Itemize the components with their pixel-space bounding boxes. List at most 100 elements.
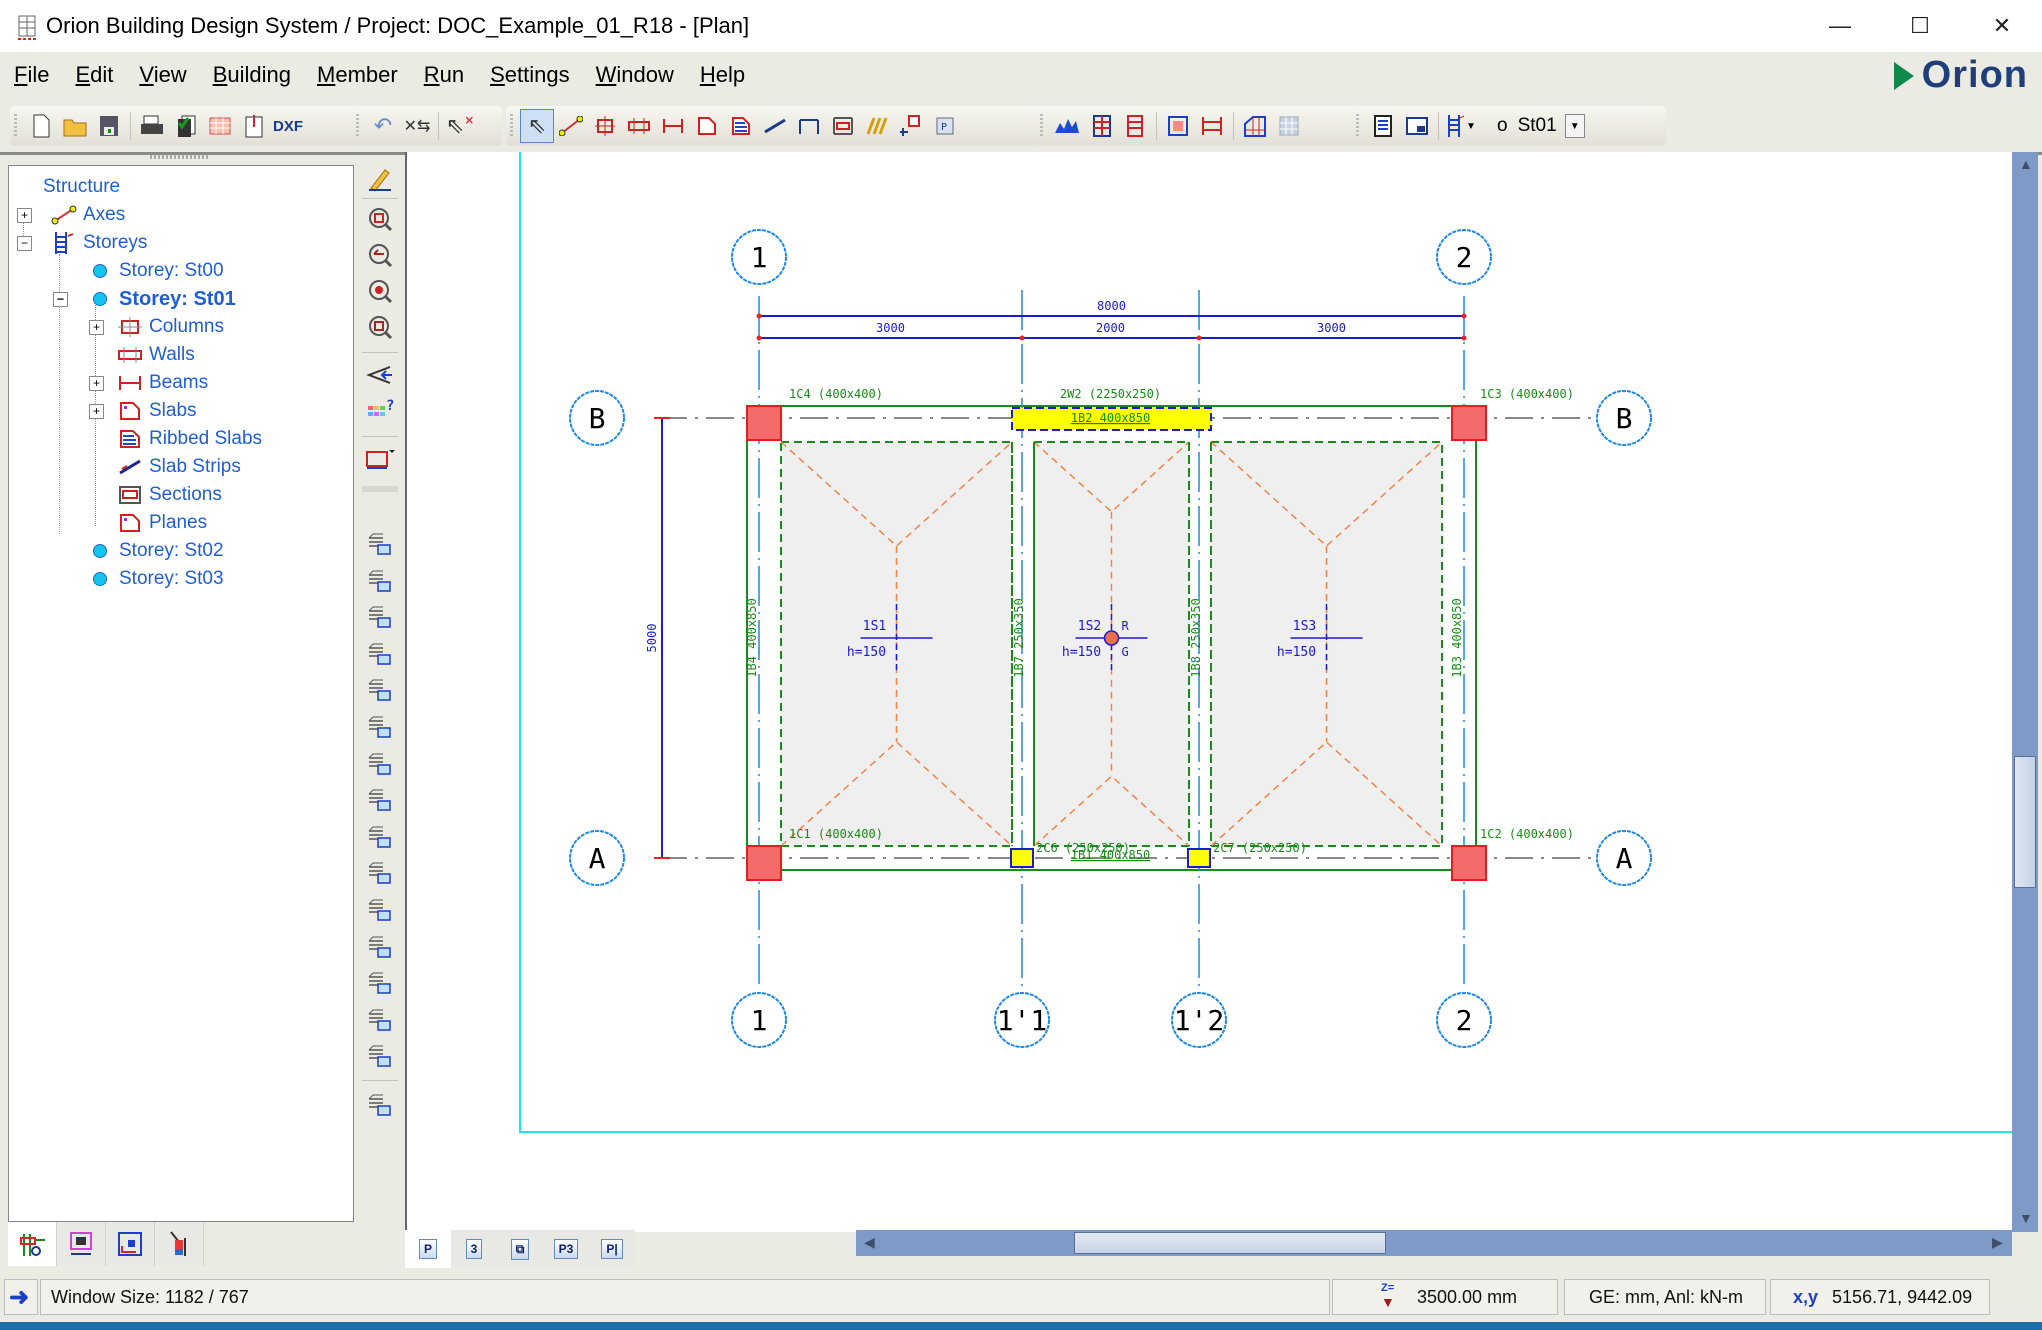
menu-settings[interactable]: Settings: [476, 62, 582, 88]
plan-view-canvas[interactable]: 8000 3000 2000 3000 5000 1C4 (400x400) 1C3 (40…: [405, 152, 2014, 1232]
report-icon[interactable]: [1366, 109, 1400, 143]
tree-item-beams[interactable]: + Beams: [89, 369, 208, 397]
zoom-previous-icon[interactable]: [364, 240, 396, 270]
tree-item-sections[interactable]: Sections: [89, 481, 222, 509]
node-icon[interactable]: [894, 109, 928, 143]
menu-file[interactable]: File: [0, 62, 61, 88]
drafting-tab-icon[interactable]: [155, 1222, 204, 1266]
tab-cascade-view[interactable]: ⧉: [497, 1230, 543, 1268]
collapse-icon[interactable]: −: [53, 292, 68, 307]
horizontal-scroll-thumb[interactable]: [1074, 1232, 1386, 1254]
delete-select-icon[interactable]: ⇖✕: [443, 109, 477, 143]
expand-icon[interactable]: +: [17, 208, 32, 223]
storey-window-icon[interactable]: [364, 530, 396, 560]
storey-select-icon[interactable]: ▼: [1443, 109, 1477, 143]
storey-frame-icon[interactable]: [1118, 109, 1152, 143]
plan-drawing[interactable]: 8000 3000 2000 3000 5000 1C4 (400x400) 1C3 (40…: [407, 152, 2014, 1232]
scroll-right-icon[interactable]: ▶: [1992, 1234, 2003, 1251]
storey-column-icon[interactable]: [364, 603, 396, 633]
tree-item-columns[interactable]: + Columns: [89, 313, 224, 341]
axis-icon[interactable]: [554, 109, 588, 143]
tree-item-slab-strips[interactable]: Slab Strips: [89, 453, 241, 481]
dimension-icon[interactable]: [792, 109, 826, 143]
storey-node-icon[interactable]: [364, 1042, 396, 1072]
tab-plan-view[interactable]: P: [405, 1230, 451, 1268]
expand-icon[interactable]: +: [89, 320, 104, 335]
tree-item-slabs[interactable]: + Slabs: [89, 397, 197, 425]
vertical-scrollbar[interactable]: ▲ ▼: [2012, 152, 2038, 1232]
storey-ribbed-icon[interactable]: [364, 750, 396, 780]
tree-item-storeys[interactable]: − Storeys: [17, 229, 147, 257]
tree-item-planes[interactable]: Planes: [89, 509, 207, 537]
maximize-button[interactable]: ☐: [1880, 0, 1960, 52]
storey-beam-icon[interactable]: [364, 676, 396, 706]
storey-slab-icon[interactable]: [364, 713, 396, 743]
slab-icon[interactable]: [690, 109, 724, 143]
menu-window[interactable]: Window: [582, 62, 686, 88]
member-tab-icon[interactable]: [57, 1222, 106, 1266]
wall-icon[interactable]: [622, 109, 656, 143]
tree-item-storey-st02[interactable]: Storey: St02: [93, 537, 224, 565]
panel-grip[interactable]: [150, 155, 210, 159]
storey-plane-icon[interactable]: [364, 1006, 396, 1036]
storey-loads-icon[interactable]: [364, 969, 396, 999]
open-folder-icon[interactable]: [58, 109, 92, 143]
grid-icon[interactable]: [1272, 109, 1306, 143]
column-design-icon[interactable]: [1161, 109, 1195, 143]
pointer-icon[interactable]: ⇖: [520, 109, 554, 143]
menu-help[interactable]: Help: [686, 62, 757, 88]
dxf-icon[interactable]: DXF: [271, 109, 305, 143]
beam-icon[interactable]: [656, 109, 690, 143]
frame-icon[interactable]: [1084, 109, 1118, 143]
scroll-up-icon[interactable]: ▲: [2019, 156, 2033, 172]
storey-beam-line-icon[interactable]: [364, 933, 396, 963]
zoom-all-icon[interactable]: [364, 312, 396, 342]
status-arrow-button[interactable]: ➜: [4, 1279, 38, 1315]
tree-item-axes[interactable]: + Axes: [17, 201, 125, 229]
minimize-button[interactable]: —: [1800, 0, 1880, 52]
section-icon[interactable]: [826, 109, 860, 143]
tab-3d-view[interactable]: 3: [451, 1230, 497, 1268]
storey-annotation-icon[interactable]: [364, 1091, 396, 1121]
tree-item-ribbed-slabs[interactable]: Ribbed Slabs: [89, 425, 262, 453]
tree-item-storey-st00[interactable]: Storey: St00: [93, 257, 224, 285]
beam-design-icon[interactable]: [1195, 109, 1229, 143]
zoom-extents-icon[interactable]: [364, 276, 396, 306]
menu-view[interactable]: View: [125, 62, 198, 88]
vertical-scroll-thumb[interactable]: [2014, 756, 2036, 888]
storey-dimension-icon[interactable]: [364, 859, 396, 889]
close-button[interactable]: ✕: [1962, 0, 2042, 52]
tab-plan-split-view[interactable]: P|: [589, 1230, 635, 1268]
horizontal-scrollbar[interactable]: ◀ ▶: [856, 1230, 2012, 1256]
design-tab-icon[interactable]: [106, 1222, 155, 1266]
save-icon[interactable]: [92, 109, 126, 143]
new-file-icon[interactable]: [24, 109, 58, 143]
scroll-down-icon[interactable]: ▼: [2019, 1210, 2033, 1226]
edit-pencil-icon[interactable]: [364, 164, 396, 194]
move-node-icon[interactable]: ✕⇆: [400, 109, 434, 143]
export-icon[interactable]: [237, 109, 271, 143]
menu-member[interactable]: Member: [303, 62, 410, 88]
storey-foundation-icon[interactable]: [364, 896, 396, 926]
plane-icon[interactable]: P: [928, 109, 962, 143]
menu-building[interactable]: Building: [199, 62, 303, 88]
storey-section-icon[interactable]: [364, 823, 396, 853]
storey-axis-icon[interactable]: [364, 567, 396, 597]
column-icon[interactable]: [588, 109, 622, 143]
expand-icon[interactable]: +: [89, 376, 104, 391]
expand-icon[interactable]: +: [89, 404, 104, 419]
collapse-icon[interactable]: −: [17, 236, 32, 251]
tree-item-storey-st03[interactable]: Storey: St03: [93, 565, 224, 593]
copy-check-icon[interactable]: [169, 109, 203, 143]
scroll-left-icon[interactable]: ◀: [864, 1234, 875, 1251]
layer-dropdown-icon[interactable]: [364, 444, 396, 474]
tree-root[interactable]: Structure: [43, 173, 120, 201]
slab-strip-icon[interactable]: [758, 109, 792, 143]
menu-run[interactable]: Run: [410, 62, 476, 88]
tree-item-walls[interactable]: Walls: [89, 341, 195, 369]
ribbed-slab-icon[interactable]: [724, 109, 758, 143]
structure-tab-icon[interactable]: [8, 1222, 57, 1266]
undo-icon[interactable]: ↶: [366, 109, 400, 143]
zoom-window-icon[interactable]: [364, 204, 396, 234]
menu-edit[interactable]: Edit: [61, 62, 125, 88]
